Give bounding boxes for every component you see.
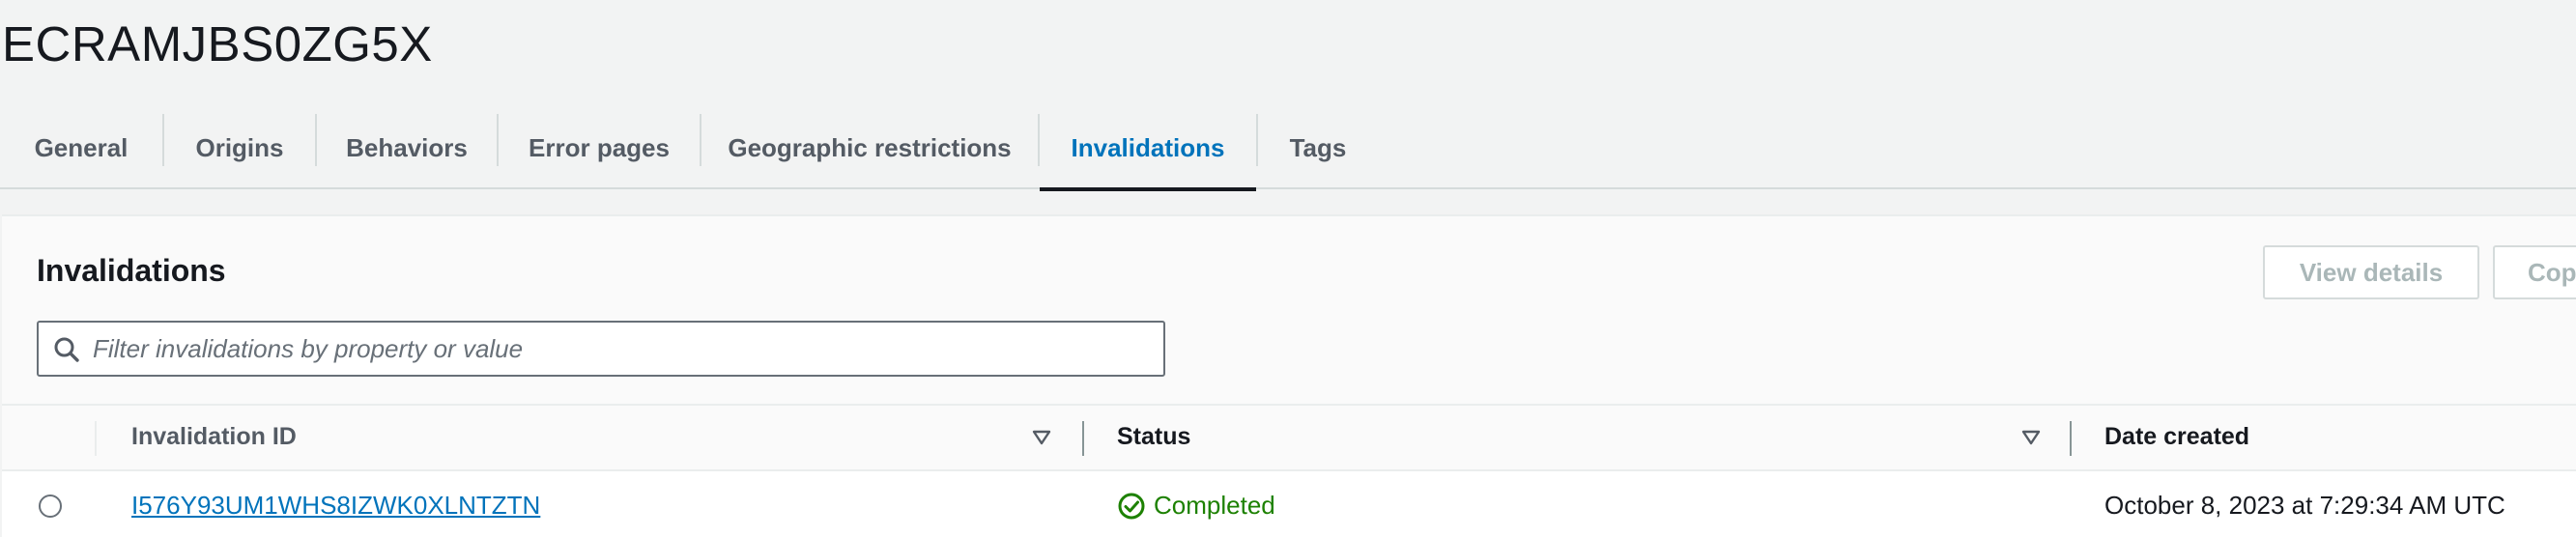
search-input[interactable] (93, 323, 1156, 375)
column-header-date-created[interactable]: Date created (2104, 423, 2249, 451)
tab-behaviors[interactable]: Behaviors (317, 106, 497, 189)
invalidation-id-link[interactable]: I576Y93UM1WHS8IZWK0XLNTZTN (131, 491, 540, 521)
row-select-radio[interactable] (39, 495, 62, 518)
view-details-button[interactable]: View details (2263, 245, 2479, 299)
tab-invalidations[interactable]: Invalidations (1040, 106, 1256, 191)
column-header-invalidation-id[interactable]: Invalidation ID (131, 423, 297, 451)
sort-down-icon[interactable] (1032, 429, 1051, 446)
table-row[interactable]: I576Y93UM1WHS8IZWK0XLNTZTN Completed Oct… (2, 471, 2576, 537)
copy-button[interactable]: Cop (2493, 245, 2576, 299)
search-icon (54, 337, 79, 362)
section-title: Invalidations (37, 253, 226, 288)
invalidations-table: Invalidation ID Status Date created I576… (2, 404, 2576, 537)
tab-geographic-restrictions[interactable]: Geographic restrictions (701, 106, 1038, 189)
search-field[interactable] (37, 321, 1165, 377)
tab-tags[interactable]: Tags (1258, 106, 1378, 189)
status-text: Completed (1154, 491, 1275, 520)
status-indicator: Completed (1117, 491, 1275, 521)
column-header-status[interactable]: Status (1117, 423, 1190, 451)
column-resize-handle[interactable] (1082, 421, 1084, 456)
status-success-icon (1118, 493, 1145, 519)
tab-error-pages[interactable]: Error pages (499, 106, 700, 189)
tab-origins[interactable]: Origins (164, 106, 315, 189)
table-header: Invalidation ID Status Date created (2, 404, 2576, 471)
column-resize-handle[interactable] (2070, 421, 2072, 456)
invalidations-panel: Invalidations View details Cop Invalidat… (2, 214, 2576, 537)
tab-general[interactable]: General (0, 106, 162, 189)
column-divider (95, 421, 97, 456)
page-title: ECRAMJBS0ZG5X (2, 16, 433, 71)
tab-bar: General Origins Behaviors Error pages Ge… (0, 106, 2576, 191)
date-created-cell: October 8, 2023 at 7:29:34 AM UTC (2104, 491, 2505, 520)
sort-down-icon[interactable] (2021, 429, 2041, 446)
